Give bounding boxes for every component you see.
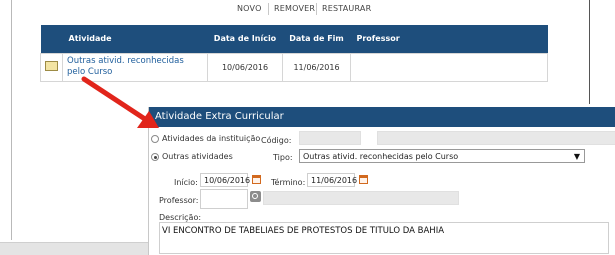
arrow-icon — [81, 76, 159, 128]
